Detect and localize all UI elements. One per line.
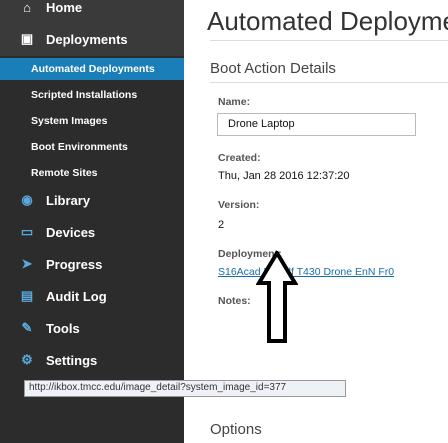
progress-icon: ➤ [21,256,33,271]
sidebar-subitem-label: Scripted Installations [31,89,138,101]
sidebar-item-tools[interactable]: ✎ Tools [0,316,184,340]
created-label: Created: [218,152,261,164]
section-divider [210,82,448,83]
monitor-icon: ▭ [20,224,34,239]
sidebar-subitem-label: System Images [31,115,108,127]
created-value: Thu, Jan 28 2016 12:37:20 [218,170,350,182]
sidebar-item-label: Tools [46,320,80,336]
sidebar-subitem-label: Boot Environments [31,141,128,153]
home-icon: ⌂ [23,0,31,15]
version-label: Version: [218,199,260,211]
section-title-options: Options [210,421,262,438]
sidebar-item-audit-log[interactable]: ▤ Audit Log [0,284,184,308]
version-value: 2 [218,219,225,231]
sidebar-subitem-label: Remote Sites [31,167,98,179]
sidebar-item-label: Home [46,0,83,15]
sidebar-subitem-automated-deployments[interactable]: Automated Deployments [0,58,184,80]
name-label: Name: [218,96,251,108]
sidebar-subitem-remote-sites[interactable]: Remote Sites [0,162,184,184]
up-arrow-annotation-icon [256,251,298,343]
name-field[interactable]: Drone Laptop [217,113,416,136]
notes-label: Notes: [218,295,251,307]
sidebar-subitem-boot-environments[interactable]: Boot Environments [0,136,184,158]
sidebar-item-label: Progress [46,256,103,272]
deployment-link[interactable]: S16Acad EDVdf T430 Drone EnN Fr0 [218,266,394,278]
library-icon: ◉ [21,192,33,207]
sidebar-subitem-scripted-installations[interactable]: Scripted Installations [0,84,184,106]
wrench-icon: ✎ [21,320,33,335]
sidebar-item-devices[interactable]: ▭ Devices [0,220,184,244]
sidebar-item-deployments[interactable]: ▣ Deployments [0,25,184,53]
gear-icon: ⚙ [21,352,33,367]
sidebar-item-label: Settings [46,352,98,368]
sidebar-item-settings[interactable]: ⚙ Settings [0,348,184,372]
sidebar-item-library[interactable]: ◉ Library [0,188,184,212]
audit-log-icon: ▤ [20,288,34,303]
sidebar-item-progress[interactable]: ➤ Progress [0,252,184,276]
sidebar-subitem-system-images[interactable]: System Images [0,110,184,132]
sidebar-item-label: Library [46,192,91,208]
sidebar: ⌂ Home ▣ Deployments Automated Deploymen… [0,0,184,443]
title-divider [210,40,448,41]
page-title: Automated Deployme [207,6,448,36]
deployments-icon: ▣ [20,31,34,46]
sidebar-subitem-label: Automated Deployments [31,63,155,75]
sidebar-item-label: Audit Log [46,288,107,304]
sidebar-item-label: Devices [46,224,96,240]
section-title-boot-action-details: Boot Action Details [210,60,336,77]
sidebar-item-home[interactable]: ⌂ Home [0,0,184,15]
status-bar-url: http://ikbox.tmcc.edu/image_detail?syste… [24,380,346,397]
sidebar-item-label: Deployments [46,31,128,47]
